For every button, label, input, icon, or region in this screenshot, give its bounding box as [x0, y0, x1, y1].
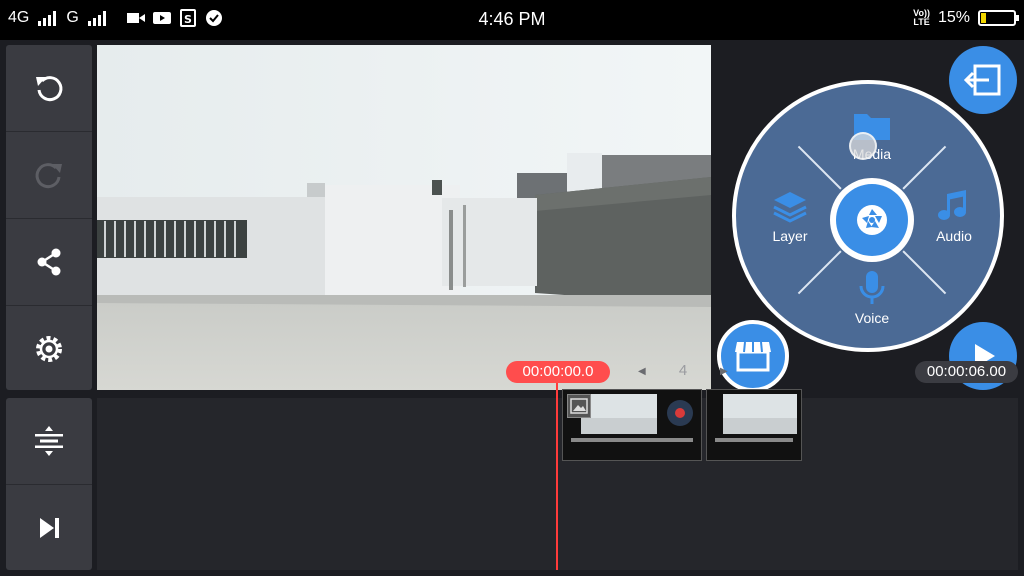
left-toolbar [6, 45, 92, 390]
exit-icon [963, 64, 1001, 96]
status-bar-right: Vo)) LTE 15% [913, 9, 1019, 27]
timeline-adjust-icon [35, 426, 63, 456]
prev-frame-icon[interactable]: ◀ [638, 366, 646, 377]
layer-button[interactable]: Layer [750, 190, 830, 244]
clip-thumbnail-wall [723, 418, 797, 434]
volte-bottom-label: LTE [913, 17, 930, 27]
redo-icon [35, 163, 62, 189]
capture-button[interactable] [830, 178, 914, 262]
skip-to-end-icon [40, 518, 59, 538]
layers-icon [773, 192, 807, 223]
timeline-adjust-button[interactable] [6, 398, 92, 484]
undo-icon [36, 76, 63, 102]
audio-label: Audio [936, 228, 972, 244]
clock: 4:46 PM [478, 9, 546, 29]
timeline-clip[interactable] [706, 389, 802, 461]
frame-number: 4 [678, 362, 688, 379]
voice-label: Voice [854, 310, 890, 326]
skip-to-end-button[interactable] [6, 485, 92, 571]
next-frame-icon[interactable]: ▶ [720, 366, 728, 377]
battery-icon [978, 10, 1019, 26]
share-icon [37, 248, 61, 276]
preview-frame-image [97, 45, 711, 390]
microphone-icon [859, 271, 885, 304]
share-button[interactable] [6, 219, 92, 305]
clip-thumbnail [581, 394, 657, 418]
total-duration-label: 00:00:06.00 [915, 361, 1018, 383]
asset-store-button[interactable] [717, 320, 789, 392]
capture-button-inner [836, 184, 908, 256]
left-timeline-toolbar [6, 398, 92, 570]
playhead[interactable] [556, 383, 558, 570]
audio-button[interactable]: Audio [914, 190, 994, 244]
store-icon [735, 341, 771, 372]
video-editor: Media Layer Audio Voice [0, 40, 1024, 576]
voice-button[interactable]: Voice [832, 270, 912, 326]
radial-media-menu: Media Layer Audio Voice [732, 80, 1004, 352]
camera-shutter-icon [857, 205, 887, 235]
volte-indicator: Vo)) LTE [913, 9, 930, 27]
clip-audio-wave [571, 438, 693, 442]
exit-button[interactable] [949, 46, 1017, 114]
clip-thumbnail [723, 394, 797, 418]
redo-button[interactable] [6, 132, 92, 218]
clip-thumbnail-wall [581, 418, 657, 434]
settings-gear-icon [36, 336, 62, 362]
battery-percent: 15% [937, 9, 970, 26]
music-note-icon [938, 190, 966, 220]
settings-button[interactable] [6, 306, 92, 392]
image-clip-icon [567, 394, 591, 418]
current-time-label: 00:00:00.0 [506, 361, 610, 383]
clip-radial-thumb-icon [667, 400, 693, 426]
undo-button[interactable] [6, 45, 92, 131]
touch-indicator [849, 132, 877, 160]
battery-level-fill [981, 13, 986, 23]
layer-label: Layer [772, 228, 808, 244]
status-bar: 4G G S 4:46 PM Vo)) LTE 15% [0, 0, 1024, 40]
video-preview[interactable] [97, 45, 711, 390]
clip-audio-wave [715, 438, 793, 442]
